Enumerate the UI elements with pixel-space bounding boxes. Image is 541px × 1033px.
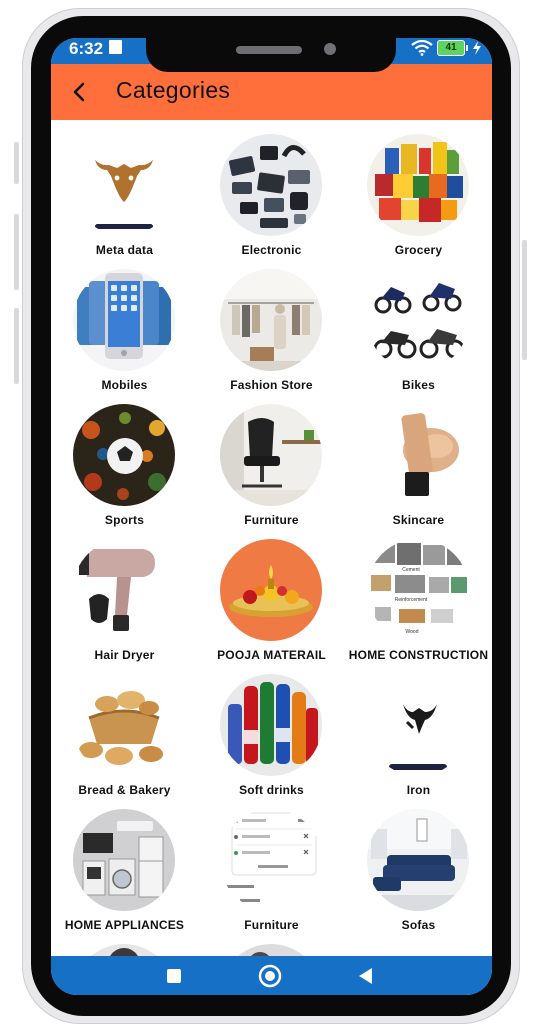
construction-label-wood: Wood: [406, 629, 419, 635]
category-item[interactable]: Fashion Store: [198, 255, 345, 392]
front-camera: [324, 43, 336, 55]
page-title: Categories: [116, 77, 231, 103]
status-time: 6:32: [69, 39, 104, 58]
category-image-bread-bakery: [73, 674, 175, 776]
category-image-partial: [220, 944, 322, 956]
category-item[interactable]: Meta data: [51, 120, 198, 257]
app-bar: Categories: [51, 64, 492, 120]
category-image-hair-dryer: [73, 539, 175, 641]
category-item[interactable]: HOME APPLIANCES: [51, 795, 198, 932]
notch: [146, 38, 396, 72]
screen: 6:32 41 Categories Meta data Electronic …: [51, 38, 492, 995]
category-image-grocery: [367, 134, 469, 236]
category-image-furniture-2: [220, 809, 322, 911]
back-nav-button[interactable]: [351, 962, 381, 989]
category-image-partial: [73, 944, 175, 956]
construction-label-reinforcement: Reinforcement: [395, 597, 428, 603]
category-item[interactable]: Cement Reinforcement Wood HOME CONSTRUCT…: [345, 525, 492, 662]
category-item[interactable]: POOJA MATERAIL: [198, 525, 345, 662]
charging-icon: [473, 41, 481, 55]
category-item[interactable]: Bikes: [345, 255, 492, 392]
volume-up-button: [14, 214, 19, 290]
category-image-home-construction: Cement Reinforcement Wood: [367, 539, 469, 641]
category-image-fashion-store: [220, 269, 322, 371]
back-button[interactable]: [59, 72, 99, 112]
speaker: [236, 46, 302, 54]
category-image-mobiles: [73, 269, 175, 371]
volume-down-button: [14, 308, 19, 384]
category-image-pooja-materail: [220, 539, 322, 641]
category-item-partial[interactable]: [198, 930, 345, 956]
arrow-back-icon: [73, 82, 85, 102]
category-item-partial[interactable]: [51, 930, 198, 956]
category-item[interactable]: Hair Dryer: [51, 525, 198, 662]
category-item[interactable]: Bread & Bakery: [51, 660, 198, 797]
category-item[interactable]: Furniture: [198, 795, 345, 932]
category-image-bikes: [367, 269, 469, 371]
category-item[interactable]: Skincare: [345, 390, 492, 527]
construction-label-cement: Cement: [402, 567, 420, 573]
category-item[interactable]: Sofas: [345, 795, 492, 932]
wifi-icon: [411, 40, 433, 56]
category-image-iron: [367, 674, 469, 776]
category-item[interactable]: Grocery: [345, 120, 492, 257]
category-image-electronic: [220, 134, 322, 236]
category-image-skincare: [367, 404, 469, 506]
category-image-home-appliances: [73, 809, 175, 911]
circle-home-icon: [258, 964, 282, 987]
triangle-back-icon: [359, 967, 372, 984]
category-item[interactable]: Electronic: [198, 120, 345, 257]
category-grid: Meta data Electronic Grocery Mobiles Fas…: [51, 120, 492, 956]
side-key: [522, 240, 527, 360]
category-item[interactable]: Mobiles: [51, 255, 198, 392]
category-image-soft-drinks: [220, 674, 322, 776]
square-icon: [167, 968, 181, 983]
category-image-sofas: [367, 809, 469, 911]
home-button[interactable]: [255, 962, 285, 989]
category-item[interactable]: Soft drinks: [198, 660, 345, 797]
battery-level: 41: [437, 40, 465, 56]
power-button: [14, 142, 19, 184]
battery-indicator: 41: [437, 40, 468, 56]
category-item[interactable]: Sports: [51, 390, 198, 527]
category-item[interactable]: Furniture: [198, 390, 345, 527]
category-item[interactable]: Iron: [345, 660, 492, 797]
navigation-bar: [51, 956, 492, 995]
category-image-meta-data: [73, 134, 175, 236]
category-image-furniture: [220, 404, 322, 506]
recents-button[interactable]: [159, 962, 189, 989]
category-label: Sofas: [401, 918, 436, 932]
notification-icon: [109, 40, 122, 54]
category-image-sports: [73, 404, 175, 506]
